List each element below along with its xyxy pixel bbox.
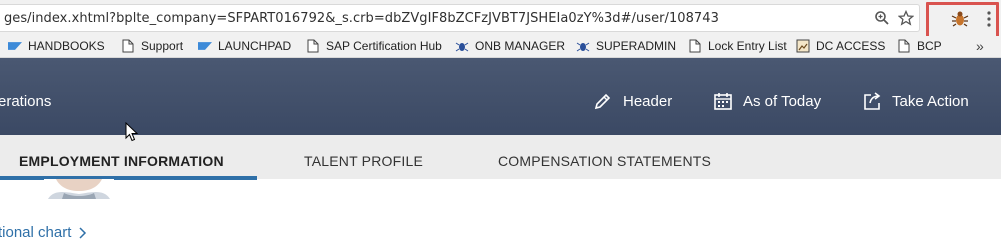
header-title: erations xyxy=(0,93,52,110)
tab-talent-profile[interactable]: TALENT PROFILE xyxy=(304,153,423,169)
spider-icon xyxy=(576,39,590,53)
zoom-icon[interactable] xyxy=(873,9,891,27)
page-icon xyxy=(688,39,702,53)
header-action-label: Take Action xyxy=(892,92,969,110)
chevron-right-icon xyxy=(79,226,87,239)
take-action-button[interactable]: Take Action xyxy=(862,91,969,111)
bookmarks-bar: HANDBOOKS Support LAUNCHPAD SAP Certific… xyxy=(0,36,1001,58)
sap-icon xyxy=(8,39,22,53)
bookmark-label: Lock Entry List xyxy=(708,39,787,53)
sap-icon xyxy=(198,39,212,53)
browser-toolbar: ges/index.xhtml?bplte_company=SFPART0167… xyxy=(0,0,1001,42)
active-tab-indicator xyxy=(0,176,257,180)
url-text[interactable]: ges/index.xhtml?bplte_company=SFPART0167… xyxy=(4,11,719,26)
pencil-icon xyxy=(594,93,611,110)
bookmark-label: SUPERADMIN xyxy=(596,39,677,53)
bookmark-label: BCP xyxy=(917,39,942,53)
star-icon[interactable] xyxy=(897,9,915,27)
as-of-today-button[interactable]: As of Today xyxy=(713,91,821,111)
tab-compensation-statements[interactable]: COMPENSATION STATEMENTS xyxy=(498,153,711,169)
bookmark-label: SAP Certification Hub xyxy=(326,39,442,53)
bug-extension-icon[interactable] xyxy=(950,9,970,29)
profile-tabs: EMPLOYMENT INFORMATION TALENT PROFILE CO… xyxy=(0,135,1001,180)
mouse-cursor-icon xyxy=(125,122,139,142)
bookmark-launchpad[interactable]: LAUNCHPAD xyxy=(198,39,291,53)
header-edit-button[interactable]: Header xyxy=(593,91,672,111)
bookmark-label: LAUNCHPAD xyxy=(218,39,292,53)
spider-icon xyxy=(455,39,469,53)
bookmarks-more-button[interactable]: » xyxy=(976,38,984,54)
page-icon xyxy=(306,39,320,53)
bookmark-label: Support xyxy=(141,39,184,53)
bookmark-handbooks[interactable]: HANDBOOKS xyxy=(8,39,105,53)
tab-employment-information[interactable]: EMPLOYMENT INFORMATION xyxy=(19,153,224,169)
avatar xyxy=(44,179,114,199)
page-icon xyxy=(897,39,911,53)
org-chart-link-label: tional chart xyxy=(0,224,72,241)
calendar-icon xyxy=(714,93,732,110)
address-bar[interactable]: ges/index.xhtml?bplte_company=SFPART0167… xyxy=(0,4,920,32)
bookmark-support[interactable]: Support xyxy=(121,39,183,53)
share-icon xyxy=(864,92,881,110)
image-icon xyxy=(796,39,810,53)
bookmark-sap-certification-hub[interactable]: SAP Certification Hub xyxy=(306,39,442,53)
bookmark-label: ONB MANAGER xyxy=(475,39,566,53)
bookmark-superadmin[interactable]: SUPERADMIN xyxy=(576,39,676,53)
page-icon xyxy=(121,39,135,53)
bookmark-label: HANDBOOKS xyxy=(28,39,105,53)
bookmark-label: DC ACCESS xyxy=(816,39,886,53)
bookmark-lock-entry-list[interactable]: Lock Entry List xyxy=(688,39,787,53)
org-chart-link[interactable]: tional chart xyxy=(0,224,87,241)
menu-dots-icon[interactable] xyxy=(986,10,992,28)
bookmark-onb-manager[interactable]: ONB MANAGER xyxy=(455,39,565,53)
bookmark-bcp[interactable]: BCP xyxy=(897,39,942,53)
profile-header: erations Header As of Today Take Action xyxy=(0,58,1001,135)
bookmark-dc-access[interactable]: DC ACCESS xyxy=(796,39,885,53)
header-action-label: As of Today xyxy=(743,92,822,110)
address-bar-icons xyxy=(873,9,915,27)
header-action-label: Header xyxy=(623,92,673,110)
